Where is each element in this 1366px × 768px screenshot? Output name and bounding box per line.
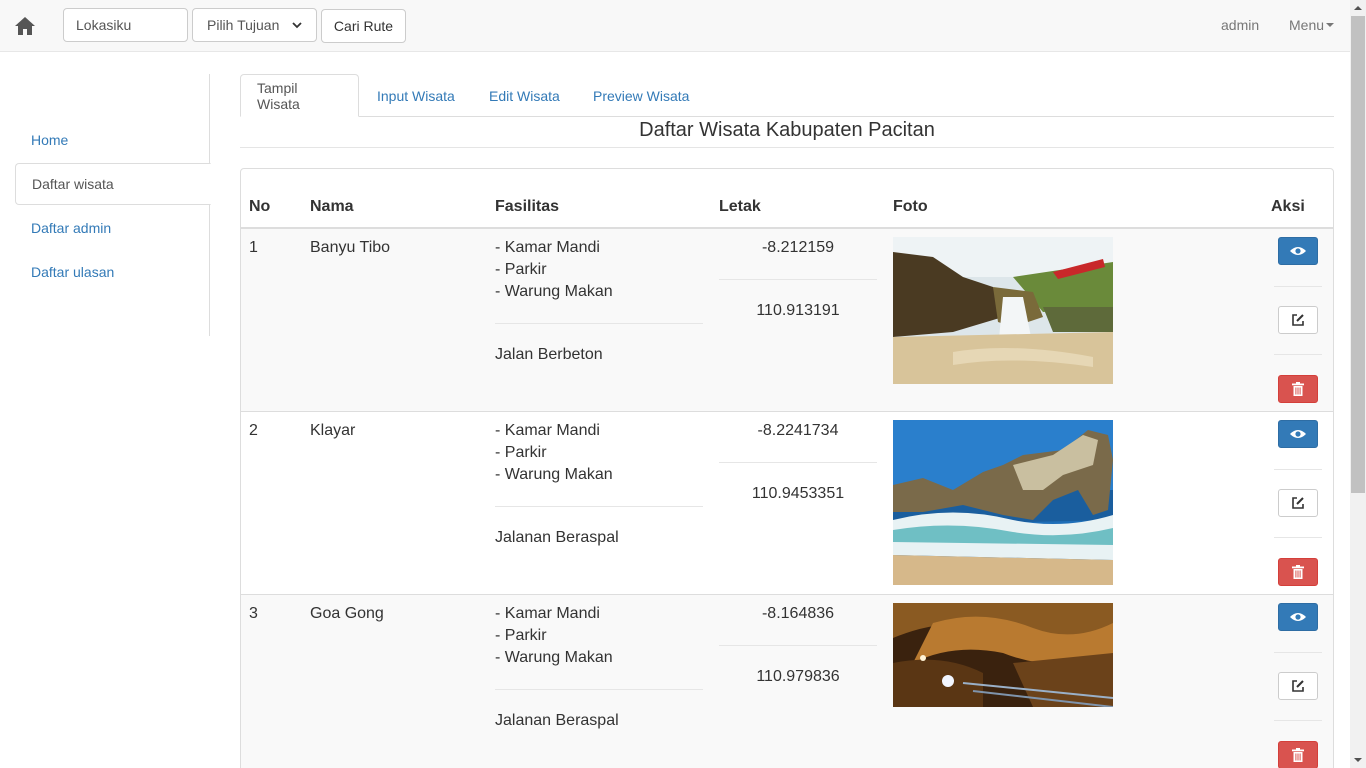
table-row: 1 Banyu Tibo - Kamar Mandi - Parkir - Wa… [241,229,1333,412]
home-button[interactable] [12,13,38,39]
fasilitas-item: - Kamar Mandi [495,605,600,622]
wisata-photo [893,420,1113,585]
row-longitude: 110.913191 [756,302,840,319]
scrollbar-thumb[interactable] [1351,16,1365,493]
edit-icon [1292,680,1304,692]
caret-down-icon [1326,23,1335,27]
delete-button[interactable] [1278,375,1318,403]
row-fasilitas: - Kamar Mandi - Parkir - Warung Makan [495,420,613,486]
trash-icon [1292,382,1304,396]
delete-button[interactable] [1278,558,1318,586]
edit-icon [1292,314,1304,326]
row-jalan: Jalanan Beraspal [495,712,619,729]
tab-bar: Tampil Wisata Input Wisata Edit Wisata P… [240,74,1334,117]
row-jalan: Jalanan Beraspal [495,529,619,546]
row-nama: Goa Gong [310,605,384,622]
title-divider [240,147,1334,148]
row-no: 2 [249,422,258,439]
chevron-down-icon [292,21,302,28]
row-longitude: 110.979836 [756,668,840,685]
sidebar: Home Daftar wisata Daftar admin Daftar u… [15,74,211,336]
fasilitas-item: - Parkir [495,444,547,461]
row-fasilitas: - Kamar Mandi - Parkir - Warung Makan [495,603,613,669]
edit-icon [1292,497,1304,509]
row-latitude: -8.2241734 [757,422,839,439]
cell-divider [1274,354,1322,355]
row-no: 1 [249,239,258,256]
user-link[interactable]: admin [1221,17,1259,33]
tab-input-wisata[interactable]: Input Wisata [361,74,471,117]
view-button[interactable] [1278,420,1318,448]
edit-button[interactable] [1278,489,1318,517]
sidebar-item-home[interactable]: Home [15,119,210,161]
tab-tampil-wisata[interactable]: Tampil Wisata [240,74,359,117]
header-letak: Letak [719,198,761,215]
fasilitas-item: - Parkir [495,627,547,644]
wisata-photo [893,603,1113,707]
fasilitas-item: - Kamar Mandi [495,239,600,256]
destination-select-value: Pilih Tujuan [207,17,280,33]
eye-icon [1290,613,1306,621]
row-nama: Banyu Tibo [310,239,391,256]
row-latitude: -8.212159 [761,239,835,256]
cell-divider [1274,286,1322,287]
find-route-button[interactable]: Cari Rute [321,9,406,43]
arrow-down-icon [1354,758,1362,762]
scroll-down-button[interactable] [1350,752,1366,768]
cell-divider [719,279,877,280]
cell-divider [1274,720,1322,721]
cell-divider [1274,537,1322,538]
cell-divider [495,506,703,507]
menu-dropdown[interactable]: Menu [1289,17,1335,33]
trash-icon [1292,748,1304,762]
cell-divider [495,323,703,324]
wisata-photo [893,237,1113,384]
cell-divider [719,645,877,646]
tab-edit-wisata[interactable]: Edit Wisata [473,74,576,117]
fasilitas-item: - Parkir [495,261,547,278]
header-foto: Foto [893,198,928,215]
tab-preview-wisata[interactable]: Preview Wisata [577,74,705,117]
header-fasilitas: Fasilitas [495,198,560,215]
edit-button[interactable] [1278,306,1318,334]
sidebar-item-daftar-wisata[interactable]: Daftar wisata [15,163,211,205]
row-latitude: -8.164836 [761,605,835,622]
eye-icon [1290,430,1306,438]
fasilitas-item: - Kamar Mandi [495,422,600,439]
menu-label: Menu [1289,17,1325,33]
trash-icon [1292,565,1304,579]
fasilitas-item: - Warung Makan [495,466,613,483]
cell-divider [1274,652,1322,653]
cell-divider [495,689,703,690]
header-nama: Nama [310,198,354,215]
cell-divider [719,462,877,463]
row-nama: Klayar [310,422,356,439]
header-aksi: Aksi [1271,198,1305,215]
destination-select[interactable]: Pilih Tujuan [192,8,317,42]
table-row: 2 Klayar - Kamar Mandi - Parkir - Warung… [241,412,1333,595]
sidebar-item-daftar-admin[interactable]: Daftar admin [15,207,210,249]
location-input[interactable] [63,8,188,42]
eye-icon [1290,247,1306,255]
fasilitas-item: - Warung Makan [495,283,613,300]
row-no: 3 [249,605,258,622]
scroll-up-button[interactable] [1350,0,1366,16]
home-icon [15,17,35,35]
cell-divider [1274,469,1322,470]
row-jalan: Jalan Berbeton [495,346,603,363]
table-row: 3 Goa Gong - Kamar Mandi - Parkir - Waru… [241,595,1333,768]
page-title: Daftar Wisata Kabupaten Pacitan [639,119,935,141]
view-button[interactable] [1278,237,1318,265]
fasilitas-item: - Warung Makan [495,649,613,666]
sidebar-item-daftar-ulasan[interactable]: Daftar ulasan [15,251,210,293]
row-longitude: 110.9453351 [751,485,845,502]
delete-button[interactable] [1278,741,1318,768]
view-button[interactable] [1278,603,1318,631]
row-fasilitas: - Kamar Mandi - Parkir - Warung Makan [495,237,613,303]
header-no: No [249,198,271,215]
arrow-up-icon [1354,6,1362,10]
top-navbar: Pilih Tujuan Cari Rute admin Menu [0,0,1350,52]
edit-button[interactable] [1278,672,1318,700]
